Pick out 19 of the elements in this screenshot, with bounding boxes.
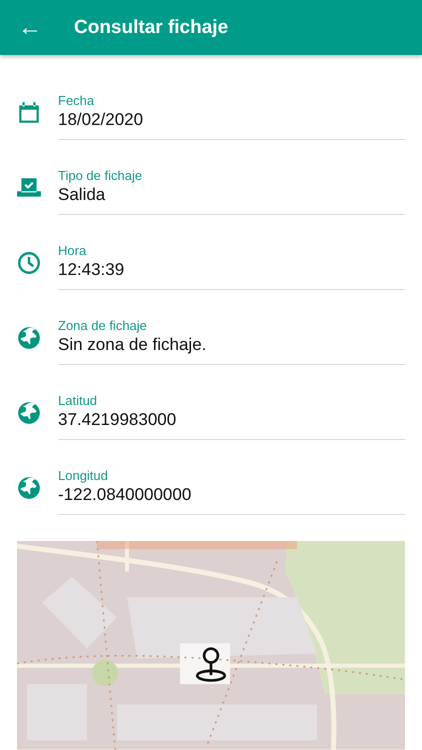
- field-label: Tipo de fichaje: [58, 168, 144, 183]
- field-label: Latitud: [58, 393, 98, 408]
- back-button[interactable]: ←: [17, 12, 43, 42]
- globe-icon: [16, 324, 42, 350]
- field-label: Fecha: [58, 93, 96, 108]
- field-value: -122.0840000000: [58, 485, 192, 505]
- field-label: Zona de fichaje: [58, 318, 148, 333]
- field-value: 12:43:39: [58, 260, 126, 280]
- field-value: Sin zona de fichaje.: [58, 335, 208, 355]
- screen-title: Consultar fichaje: [74, 16, 228, 38]
- field-value: Salida: [58, 185, 106, 205]
- globe-icon: [16, 400, 42, 426]
- clock-icon: [16, 250, 42, 276]
- field-value: 37.4219983000: [58, 410, 178, 430]
- globe-icon: [16, 474, 42, 500]
- field-label: Hora: [58, 243, 88, 258]
- field-label: Longitud: [58, 468, 109, 483]
- field-value: 18/02/2020: [58, 110, 144, 130]
- location-pin-icon: [195, 646, 227, 682]
